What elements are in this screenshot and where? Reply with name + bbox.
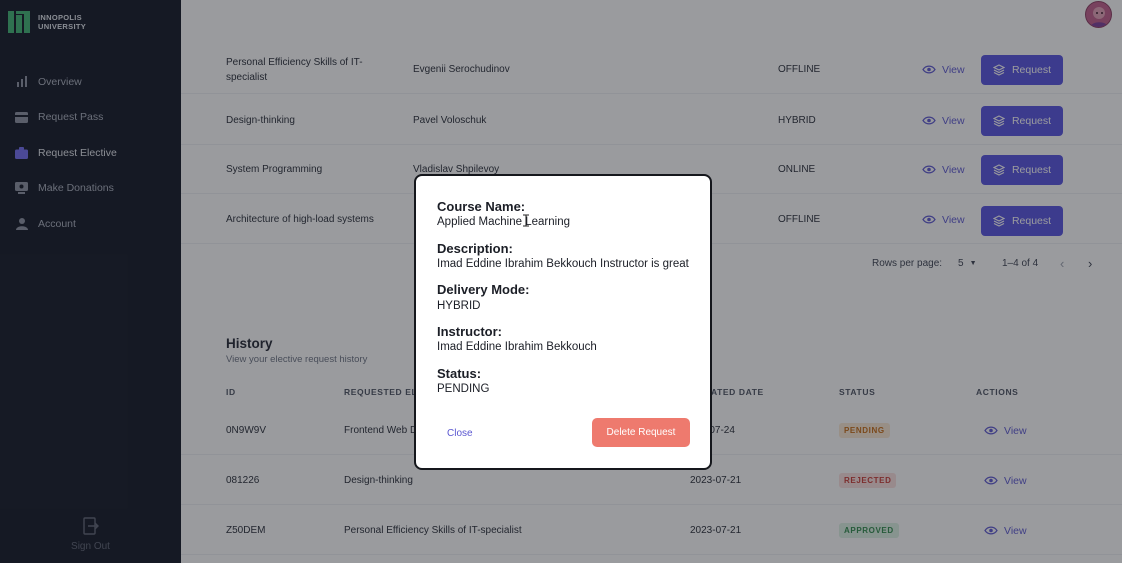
instructor-label: Instructor: [437,324,502,339]
status-value: PENDING [437,383,490,395]
description-value: Imad Eddine Ibrahim Bekkouch Instructor … [437,258,689,270]
text-cursor-icon [523,214,529,227]
delivery-mode-value: HYBRID [437,300,481,312]
course-name-value: Applied Machine Learning [437,216,570,228]
delete-request-button[interactable]: Delete Request [592,418,690,447]
elective-details-modal: Course Name: Applied Machine Learning De… [414,174,712,470]
description-label: Description: [437,241,513,256]
instructor-value: Imad Eddine Ibrahim Bekkouch [437,341,597,353]
delivery-mode-label: Delivery Mode: [437,282,530,297]
close-button[interactable]: Close [447,428,473,439]
course-name-label: Course Name: [437,199,526,214]
status-label: Status: [437,366,482,381]
